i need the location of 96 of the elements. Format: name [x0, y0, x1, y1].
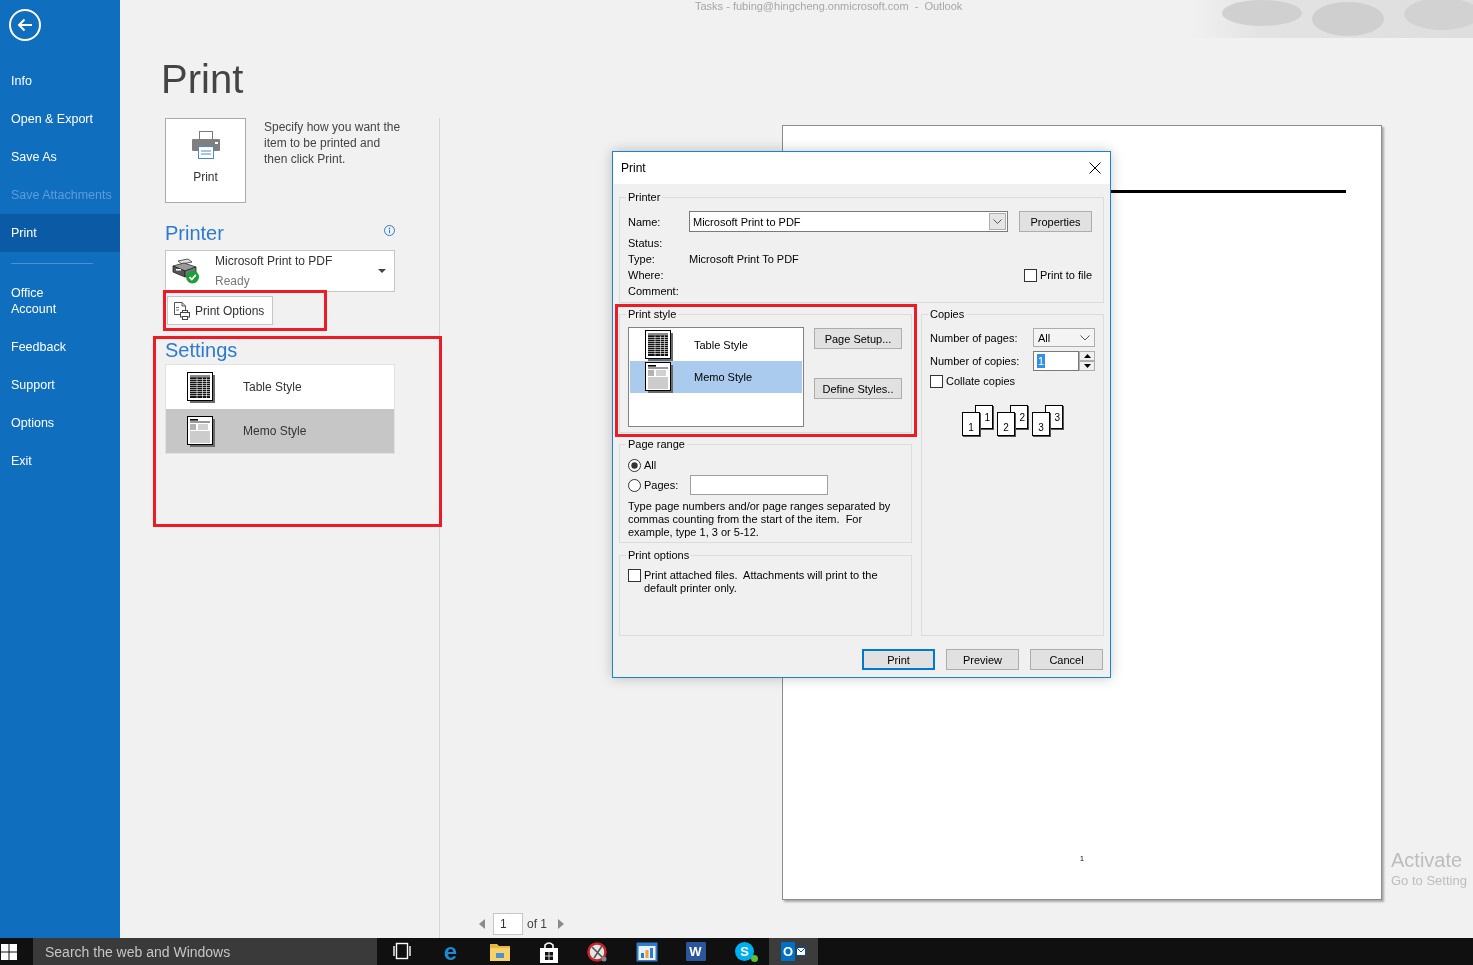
search-field[interactable]: Search the web and Windows: [33, 938, 377, 965]
triangle-up-icon: [1083, 354, 1091, 358]
style-option[interactable]: Table Style: [166, 365, 394, 409]
taskbar-button[interactable]: W: [671, 938, 720, 965]
memo-page-icon: [645, 361, 673, 393]
section-heading: Settings: [165, 338, 239, 362]
checkbox-label: Collate copies: [946, 375, 1016, 388]
chevron-down-icon: [989, 213, 1006, 230]
letter-tile: W: [685, 942, 706, 961]
collate-page: 2: [997, 412, 1015, 436]
collate-page: 1: [962, 412, 980, 436]
caret-down-icon: [378, 269, 386, 273]
scissors-icon: [586, 942, 609, 963]
taskbar-button[interactable]: e: [426, 938, 475, 965]
sidebar-item[interactable]: Info: [0, 62, 120, 100]
checkbox[interactable]: [930, 375, 943, 388]
printer-check-icon: [172, 258, 200, 284]
back-button[interactable]: [9, 9, 41, 41]
sidebar-item[interactable]: Options: [0, 404, 120, 442]
triangle-right-icon: [558, 919, 564, 929]
page-title: Print: [161, 56, 244, 102]
option-label: All: [644, 458, 657, 472]
collate-page: 3: [1032, 412, 1050, 436]
sidebar-item[interactable]: Print: [0, 214, 120, 252]
field-label: Comment:: [628, 284, 680, 298]
group-label: Print style: [627, 307, 678, 321]
field-label: Number of pages:: [930, 330, 1019, 345]
letter-logo: e: [443, 942, 458, 962]
close-button[interactable]: [1088, 161, 1102, 175]
dialog-button[interactable]: Define Styles..: [814, 378, 902, 399]
dialog-button[interactable]: Preview: [946, 649, 1019, 670]
field-label: Number of copies:: [930, 354, 1021, 368]
sidebar-item[interactable]: Open & Export: [0, 100, 120, 138]
page-number-field[interactable]: 1: [493, 913, 523, 935]
field-label: Status:: [628, 236, 664, 250]
pages-field[interactable]: [690, 475, 828, 495]
letter-circle: S: [735, 942, 754, 961]
group-label: Printer: [627, 190, 662, 204]
dialog-button[interactable]: Print: [862, 649, 935, 670]
pages-select[interactable]: All: [1033, 328, 1095, 347]
checkbox-label: Print attached files. Attachments will print to the default printer only.: [644, 569, 879, 595]
hint-text: Type page numbers and/or page ranges separated by commas counting from the start of the item. For example, type 1, 3 or 5-12.: [628, 500, 892, 539]
dialog-button[interactable]: Page Setup...: [814, 328, 902, 349]
sidebar-item[interactable]: Exit: [0, 442, 120, 480]
task-view-icon: [390, 942, 413, 960]
dialog-title: Print: [621, 161, 646, 175]
folder-icon: [488, 942, 511, 962]
window-logo-icon: [1, 943, 17, 960]
checkbox-label: Print to file: [1040, 268, 1092, 282]
letter-tile: O: [781, 942, 795, 961]
style-option[interactable]: Memo Style: [166, 409, 394, 453]
spin-down-button[interactable]: [1079, 361, 1095, 371]
checkbox[interactable]: [1024, 268, 1038, 282]
info-icon: [384, 225, 395, 236]
chart-window-icon: [635, 942, 658, 962]
sidebar-item[interactable]: Feedback: [0, 328, 120, 366]
field-value: Microsoft Print To PDF: [689, 252, 800, 266]
properties-button[interactable]: Properties: [1019, 211, 1092, 232]
group-label: Print options: [627, 548, 691, 562]
status-dot-icon: [751, 955, 758, 962]
memo-page-icon: [187, 415, 215, 447]
page-printer-icon: [173, 301, 190, 320]
table-page-icon: [187, 371, 215, 403]
radio-button[interactable]: [628, 478, 641, 492]
window-title: Tasks - fubing@hingcheng.onmicrosoft.com - Outlook: [695, 0, 963, 12]
radio-button[interactable]: [628, 458, 641, 472]
description-text: Specify how you want the item to be printed and then click Print.: [264, 119, 402, 167]
field-label: Type:: [628, 252, 656, 266]
page-count: of 1: [527, 917, 547, 931]
field-label: Where:: [628, 268, 665, 282]
section-heading: Printer: [165, 222, 224, 244]
group-label: Page range: [627, 437, 686, 451]
next-page-button[interactable]: [558, 919, 564, 929]
sidebar-item[interactable]: Office Account: [0, 274, 120, 328]
taskbar-button[interactable]: O: [769, 938, 818, 965]
dialog-button[interactable]: Cancel: [1030, 649, 1103, 670]
envelope-icon: [796, 947, 806, 956]
previous-page-button[interactable]: [479, 919, 485, 929]
printer-icon: [190, 131, 221, 159]
chevron-down-icon: [1080, 334, 1090, 341]
checkbox[interactable]: [628, 569, 641, 582]
triangle-down-icon: [1083, 364, 1091, 368]
triangle-left-icon: [479, 919, 485, 929]
sidebar-item[interactable]: Save As: [0, 138, 120, 176]
spin-up-button[interactable]: [1079, 351, 1095, 361]
option-label: Pages:: [644, 478, 679, 492]
sidebar-item[interactable]: Support: [0, 366, 120, 404]
field-label: Name:: [628, 214, 662, 229]
arrow-left-icon: [17, 18, 33, 32]
printer-dropdown[interactable]: Microsoft Print to PDF Ready: [165, 250, 395, 292]
printer-select[interactable]: Microsoft Print to PDF: [689, 211, 1008, 232]
print-options-button[interactable]: Print Options: [167, 296, 273, 325]
close-icon: [1089, 162, 1101, 174]
print-button[interactable]: Print: [165, 118, 246, 203]
group-label: Copies: [929, 307, 966, 321]
style-option[interactable]: Memo Style: [630, 361, 802, 393]
